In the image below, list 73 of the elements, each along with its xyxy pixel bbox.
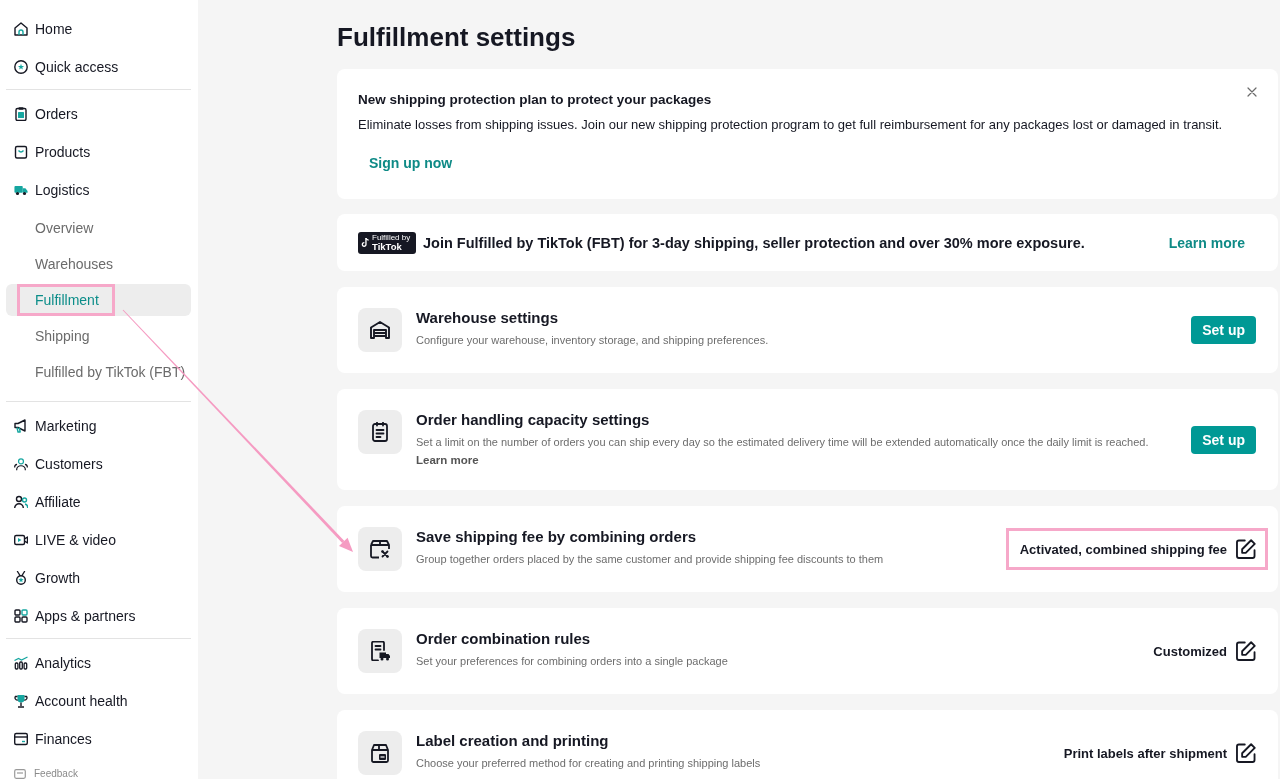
sidebar-item[interactable]: Customers	[6, 448, 191, 480]
people-icon	[14, 495, 28, 509]
setting-title: Order handling capacity settings	[416, 410, 651, 430]
sidebar-item[interactable]: Products	[6, 136, 191, 168]
set-up-button[interactable]: Set up	[1191, 316, 1256, 344]
setting-status: Customized	[1153, 643, 1227, 659]
sidebar-item[interactable]: Home	[6, 13, 191, 45]
sidebar-item[interactable]: Shipping	[6, 320, 191, 352]
sidebar-item[interactable]: Account health	[6, 685, 191, 717]
setting-description: Set your preferences for combining orders into a single package	[416, 654, 729, 669]
sidebar-item[interactable]: Orders	[6, 98, 191, 130]
setting-title: Order combination rules	[416, 629, 592, 649]
close-icon	[1247, 87, 1257, 97]
music-note-icon	[361, 237, 370, 248]
package-label-icon	[358, 731, 402, 775]
package-icon	[358, 527, 402, 571]
medal-icon	[14, 571, 28, 585]
bag-icon	[14, 145, 28, 159]
announcement-text: Eliminate losses from shipping issues. Join our new shipping protection program to get full reimbursement for any packages lost or damaged in transit.	[358, 116, 1224, 134]
setting-title: Label creation and printing	[416, 731, 610, 751]
sign-up-button[interactable]: Sign up now	[358, 147, 464, 179]
document-truck-icon	[358, 629, 402, 673]
trophy-icon	[14, 694, 28, 708]
logo-wordmark: TikTok	[372, 241, 402, 252]
star-circle-icon	[14, 60, 28, 74]
edit-icon	[1236, 539, 1256, 559]
setting-status: Activated, combined shipping fee	[1019, 541, 1227, 557]
edit-button[interactable]	[1236, 743, 1256, 763]
setting-title: Warehouse settings	[416, 308, 559, 328]
sidebar-item[interactable]: Quick access	[6, 51, 191, 83]
sidebar-item[interactable]: LIVE & video	[6, 524, 191, 556]
sidebar-item[interactable]: Warehouses	[6, 248, 191, 280]
learn-more-link[interactable]: Learn more	[416, 451, 479, 469]
promo-text: Join Fulfilled by TikTok (FBT) for 3-day shipping, seller protection and over 30% more exposure.	[423, 234, 1085, 251]
edit-button[interactable]	[1236, 641, 1256, 661]
home-icon	[14, 22, 28, 36]
bar-chart-icon	[14, 656, 28, 670]
people-icon	[14, 457, 28, 471]
close-button[interactable]	[1247, 87, 1257, 97]
megaphone-icon	[14, 419, 28, 433]
setting-description: Set a limit on the number of orders you can ship every day so the estimated delivery time will be extended automatically once the daily limit is reached.	[416, 435, 1150, 450]
sidebar-item[interactable]: Finances	[6, 723, 191, 755]
video-icon	[14, 533, 28, 547]
setting-description: Choose your preferred method for creating and printing shipping labels	[416, 756, 762, 771]
sidebar-item[interactable]: Affiliate	[6, 486, 191, 518]
edit-icon	[1236, 743, 1256, 763]
page-title: Fulfillment settings	[337, 21, 577, 54]
sidebar-item[interactable]: Apps & partners	[6, 600, 191, 632]
sidebar-item[interactable]: Growth	[6, 562, 191, 594]
edit-icon	[1236, 641, 1256, 661]
setting-title: Save shipping fee by combining orders	[416, 527, 698, 547]
sidebar-item[interactable]: Analytics	[6, 647, 191, 679]
setting-description: Configure your warehouse, inventory storage, and shipping preferences.	[416, 333, 770, 348]
garage-icon	[358, 308, 402, 352]
feedback-button[interactable]: Feedback	[14, 769, 78, 779]
sidebar-item[interactable]: Logistics	[6, 174, 191, 206]
chat-icon	[14, 769, 26, 779]
clipboard-icon	[358, 410, 402, 454]
logo-caption: Fulfilled by	[372, 233, 411, 242]
setting-description: Group together orders placed by the same customer and provide shipping fee discounts to them	[416, 552, 885, 567]
announcement-title: New shipping protection plan to protect your packages	[358, 91, 713, 109]
grid-icon	[14, 609, 28, 623]
sidebar-item[interactable]: Fulfilled by TikTok (FBT)	[6, 356, 191, 388]
clipboard-icon	[14, 107, 28, 121]
setting-status: Print labels after shipment	[1063, 745, 1227, 761]
card-icon	[14, 732, 28, 746]
sidebar-item[interactable]: Marketing	[6, 410, 191, 442]
set-up-button[interactable]: Set up	[1191, 425, 1256, 454]
truck-icon	[14, 183, 28, 197]
sidebar-item[interactable]: Overview	[6, 212, 191, 244]
edit-button[interactable]	[1236, 539, 1256, 559]
sidebar-item[interactable]: Fulfillment	[6, 284, 191, 316]
learn-more-link[interactable]: Learn more	[1156, 228, 1257, 257]
